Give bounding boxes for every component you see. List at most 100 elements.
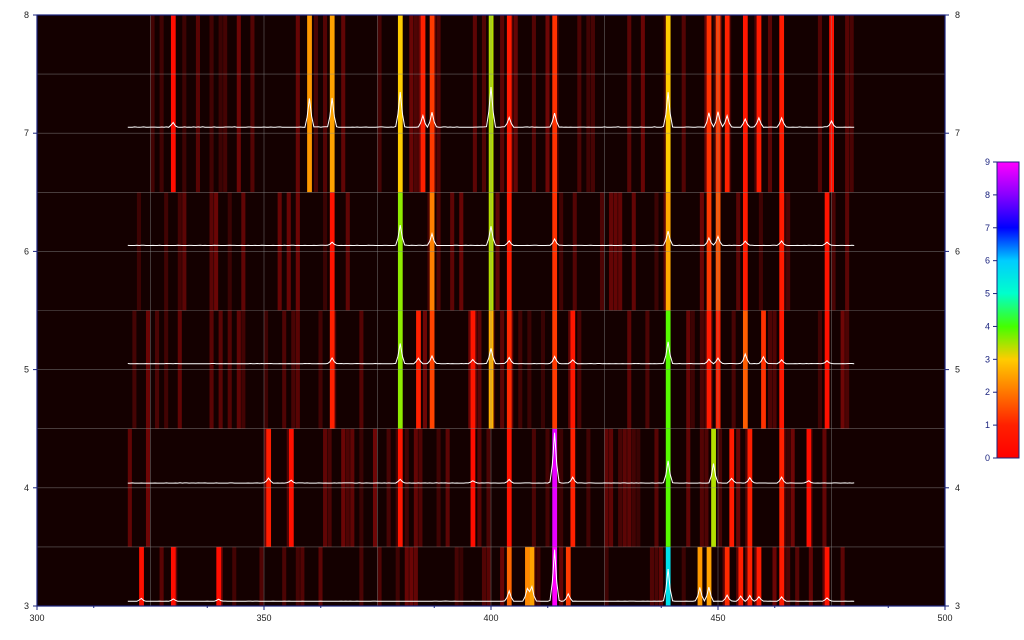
heatmap-cell: [772, 546, 777, 606]
heatmap-cell: [681, 546, 686, 606]
heatmap-cell: [282, 546, 287, 606]
heatmap-cell: [654, 546, 659, 606]
y-tick-label-right: 8: [955, 10, 960, 20]
colorbar-tick-label: 9: [985, 157, 990, 167]
heatmap-peak-column: [329, 15, 335, 193]
heatmap-cell: [377, 546, 382, 606]
heatmap-peak-column: [779, 15, 785, 193]
heatmap-cell: [640, 15, 645, 193]
heatmap-cell: [413, 546, 418, 606]
colorbar: 0 1 2 3 4 5 6 7 8 9: [985, 157, 1020, 463]
y-tick-label-right: 3: [955, 601, 960, 611]
heatmap-cell: [159, 15, 164, 193]
heatmap-cell: [300, 546, 305, 606]
heatmap-peak-column: [706, 546, 712, 606]
colorbar-tick-label: 3: [985, 354, 990, 364]
heatmap-cell: [236, 15, 241, 193]
heatmap-peak-column: [307, 15, 312, 193]
heatmap-cell: [409, 15, 414, 193]
heatmap-cell: [259, 546, 264, 606]
heatmap-cell: [545, 15, 550, 193]
colorbar-tick-label: 1: [985, 420, 990, 430]
heatmap-peak-column: [697, 546, 703, 606]
heatmap-cell: [404, 546, 409, 606]
y-tick-label-left: 6: [24, 246, 29, 256]
heatmap-peak-column: [216, 546, 222, 606]
heatmap-cell: [182, 15, 187, 193]
heatmap-peak-column: [706, 15, 712, 193]
heatmap-peak-column: [170, 15, 176, 193]
colorbar-gradient: [996, 161, 1020, 459]
heatmap-peak-column: [747, 546, 753, 606]
heatmap-cell: [577, 15, 582, 193]
y-tick-label-left: 3: [24, 601, 29, 611]
colorbar-tick-label: 5: [985, 289, 990, 299]
heatmap-cell: [817, 15, 822, 193]
y-tick-label-left: 7: [24, 128, 29, 138]
heatmap-cell: [808, 546, 813, 606]
heatmap-peak-column: [552, 15, 558, 193]
x-tick-label: 300: [29, 613, 44, 623]
heatmap-cell: [658, 546, 664, 606]
heatmap-cell: [481, 546, 487, 606]
colorbar-tick-label: 0: [985, 453, 990, 463]
spectral-heatmap-chart: 300 350 400 450 5003 34 45 56 67 78 8 0123456789: [24, 10, 1020, 623]
y-tick-label-left: 5: [24, 365, 29, 375]
heatmap-peak-column: [665, 546, 671, 606]
heatmap-cell: [377, 15, 382, 193]
x-tick-label: 500: [937, 613, 952, 623]
heatmap-cell: [413, 15, 418, 193]
heatmap-cell: [409, 546, 414, 606]
heatmap-cell: [486, 546, 491, 606]
heatmap-peak-column: [139, 546, 144, 606]
heatmap-peak-column: [724, 15, 730, 193]
colorbar-tick-label: 6: [985, 256, 990, 266]
heatmap-cell: [649, 546, 654, 606]
heatmap-cell: [195, 15, 200, 193]
heatmap-cell: [795, 546, 800, 606]
colorbar-tick-label: 7: [985, 223, 990, 233]
heatmap-cell: [681, 15, 686, 193]
colorbar-tick-label: 4: [985, 321, 990, 331]
heatmap-cell: [767, 15, 773, 193]
heatmap-cell: [536, 546, 541, 606]
heatmap-cell: [218, 15, 223, 193]
y-tick-label-right: 7: [955, 128, 960, 138]
heatmap-cell: [323, 15, 328, 193]
heatmap-cell: [840, 546, 845, 606]
heatmap-peak-column: [525, 546, 530, 606]
heatmap-peak-column: [420, 15, 426, 193]
heatmap-cell: [845, 15, 850, 193]
colorbar-tick-label: 2: [985, 387, 990, 397]
heatmap-peak-column: [824, 546, 830, 606]
heatmap-peak-column: [429, 15, 435, 193]
heatmap-cell: [786, 546, 791, 606]
heatmap-cell: [849, 15, 854, 193]
heatmap-cell: [481, 15, 487, 193]
heatmap-cell: [295, 15, 300, 193]
heatmap-cell: [295, 546, 300, 606]
x-tick-label: 350: [256, 613, 271, 623]
heatmap-cell: [459, 546, 464, 606]
heatmap-peak-column: [756, 15, 762, 193]
heatmap-cell: [436, 15, 441, 193]
heatmap-cell: [313, 15, 319, 193]
y-tick-label-right: 4: [955, 483, 960, 493]
heatmap-cell: [209, 15, 214, 193]
y-tick-label-left: 8: [24, 10, 29, 20]
heatmap-peak-column: [170, 546, 176, 606]
colorbar-tick-label: 8: [985, 190, 990, 200]
heatmap-cell: [627, 15, 632, 193]
x-tick-label: 400: [483, 613, 498, 623]
heatmap-peak-column: [742, 15, 748, 193]
heatmap-cell: [359, 546, 364, 606]
heatmap-cell: [318, 546, 323, 606]
y-tick-label-left: 4: [24, 483, 29, 493]
heatmap-cell: [586, 15, 591, 193]
heatmap-cell: [472, 15, 477, 193]
heatmap-peak-column: [506, 15, 512, 193]
heatmap-cell: [559, 546, 564, 606]
heatmap-peak-column: [529, 546, 535, 606]
heatmap-cell: [454, 546, 459, 606]
heatmap-cell: [500, 546, 505, 606]
